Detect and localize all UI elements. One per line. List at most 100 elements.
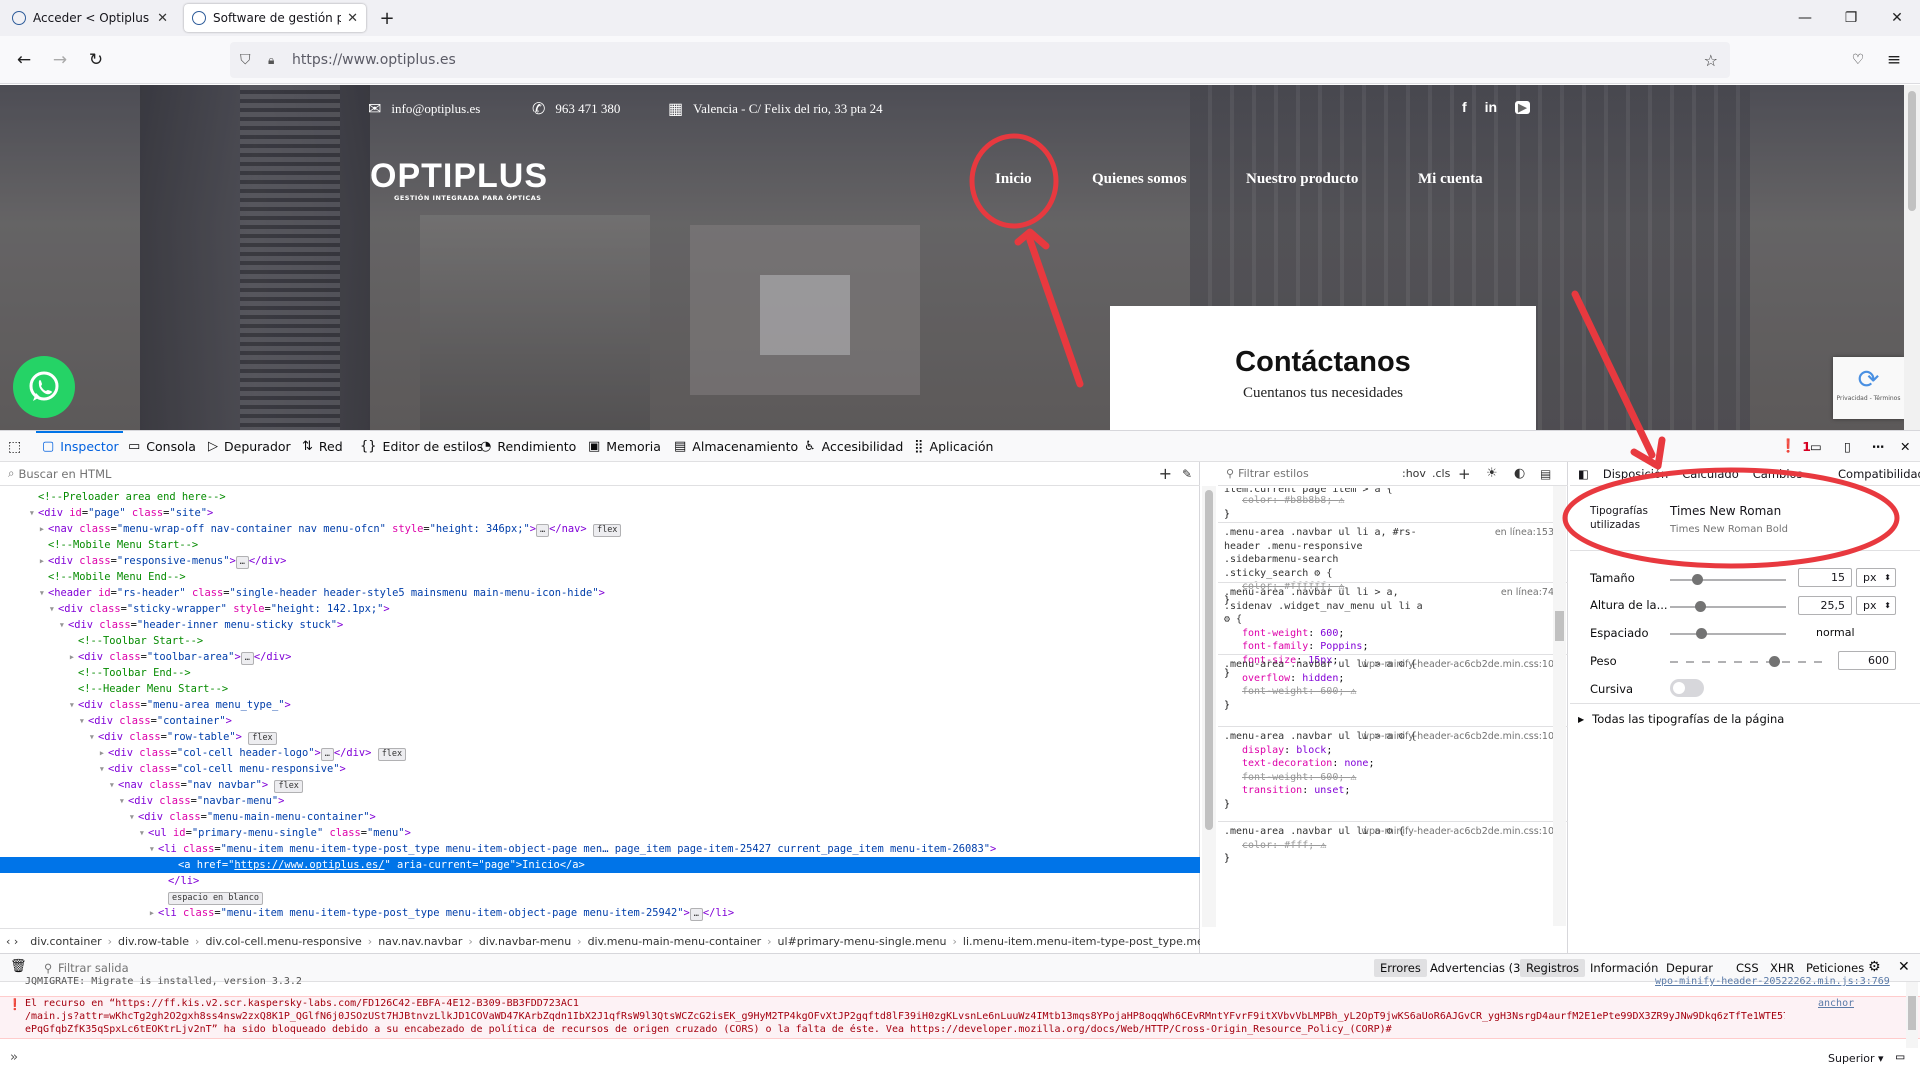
- console-scrollbar[interactable]: [1906, 982, 1918, 1048]
- weight-slider[interactable]: [1670, 656, 1830, 667]
- close-tab-icon[interactable]: ✕: [157, 11, 168, 26]
- size-input[interactable]: 15: [1798, 568, 1852, 587]
- breadcrumb-item[interactable]: div.navbar-menu: [479, 935, 571, 948]
- recaptcha-badge[interactable]: ⟳ Privacidad - Términos: [1833, 357, 1904, 419]
- youtube-icon[interactable]: ▶: [1515, 100, 1530, 114]
- breadcrumb-item[interactable]: div.col-cell.menu-responsive: [205, 935, 361, 948]
- markup-tree[interactable]: <!--Preloader area end here--> ▾ <div id="…: [0, 489, 1200, 925]
- url-bar[interactable]: ⛉ 🔒︎ https://www.optiplus.es ☆: [230, 42, 1730, 78]
- markup-node[interactable]: ▾ <li class="menu-item menu-item-type-pos…: [0, 841, 1200, 857]
- toolbar-email[interactable]: ✉ info@optiplus.es: [368, 99, 480, 119]
- scrollbar-thumb[interactable]: [1908, 91, 1916, 211]
- toolbar-phone[interactable]: ✆ 963 471 380: [532, 99, 620, 119]
- slider-knob[interactable]: [1692, 574, 1703, 585]
- italic-toggle[interactable]: [1670, 679, 1704, 697]
- tab-layout[interactable]: Disposición: [1603, 467, 1668, 481]
- rules-scrollbar[interactable]: [1553, 486, 1566, 926]
- line-height-slider[interactable]: [1670, 601, 1786, 612]
- filter-info[interactable]: Información: [1584, 959, 1664, 977]
- markup-node[interactable]: ▾ <div class="menu-area menu_type_">: [0, 697, 1200, 713]
- trash-icon[interactable]: 🗑︎: [10, 959, 27, 974]
- dark-mode-icon[interactable]: ◐: [1514, 466, 1525, 481]
- markup-node[interactable]: <!--Mobile Menu End-->: [0, 569, 1200, 585]
- scrollbar-thumb[interactable]: [1908, 996, 1916, 1030]
- css-filter-input[interactable]: Filtrar estilos: [1238, 467, 1309, 480]
- filter-xhr[interactable]: XHR: [1764, 959, 1801, 977]
- console-source-link[interactable]: wpo-minify-header-20522262.min.js:3:769: [1655, 976, 1890, 987]
- lock-icon[interactable]: 🔒︎: [268, 53, 274, 68]
- page-scrollbar[interactable]: [1904, 85, 1920, 430]
- menu-item-quienes-somos[interactable]: Quienes somos: [1092, 171, 1187, 188]
- menu-item-inicio[interactable]: Inicio: [995, 171, 1032, 188]
- markup-node[interactable]: ▸ <div class="responsive-menus">… </div>: [0, 553, 1200, 569]
- tab-inspector[interactable]: ▢ Inspector: [36, 431, 123, 462]
- markup-node[interactable]: ▾ <div class="sticky-wrapper" style="heig…: [0, 601, 1200, 617]
- console-filter-input[interactable]: Filtrar salida: [58, 961, 129, 975]
- pocket-icon[interactable]: ♡: [1842, 44, 1874, 76]
- add-rule-icon[interactable]: +: [1458, 465, 1471, 483]
- settings-gear-icon[interactable]: ⚙: [1868, 959, 1881, 975]
- markup-node[interactable]: ▾ <nav class="nav navbar"> flex: [0, 777, 1200, 793]
- slider-knob[interactable]: [1696, 628, 1707, 639]
- breadcrumb-item[interactable]: li.menu-item.menu-item-type-post_type.me…: [963, 935, 1200, 948]
- new-tab-button[interactable]: +: [372, 0, 402, 36]
- phone-text[interactable]: 963 471 380: [555, 101, 620, 117]
- responsive-mode-icon[interactable]: ▭: [1810, 431, 1822, 462]
- line-height-unit-select[interactable]: px ⬍: [1856, 596, 1896, 615]
- class-toggle[interactable]: .cls: [1432, 467, 1450, 480]
- tab-debugger[interactable]: ▷ Depurador: [208, 431, 291, 462]
- all-fonts-expander[interactable]: ▶ Todas las tipografías de la página: [1578, 712, 1784, 726]
- markup-node[interactable]: <!--Toolbar Start-->: [0, 633, 1200, 649]
- back-button[interactable]: ←: [8, 44, 40, 76]
- tab-accessibility[interactable]: ♿︎ Accesibilidad: [804, 431, 903, 462]
- html-search-bar[interactable]: ⌕ Buscar en HTML + ✎: [0, 462, 1200, 486]
- breadcrumb-scroll-arrows[interactable]: ‹ ›: [6, 935, 18, 948]
- dock-icon[interactable]: ▯: [1844, 431, 1851, 462]
- light-mode-icon[interactable]: ☀: [1486, 466, 1498, 481]
- css-rule[interactable]: .menu-area .navbar ul li > a ⚙ {wpo-mini…: [1224, 730, 1554, 811]
- tab-optiplus[interactable]: Software de gestión para óptica ✕: [184, 4, 366, 32]
- close-console-icon[interactable]: ✕: [1898, 959, 1910, 975]
- markup-node[interactable]: ▾ <header id="rs-header" class="single-he…: [0, 585, 1200, 601]
- console-prompt[interactable]: »: [10, 1050, 18, 1065]
- scrollbar-thumb[interactable]: [1555, 611, 1564, 641]
- eyedropper-icon[interactable]: ✎: [1182, 467, 1192, 481]
- markup-node[interactable]: ▾ <div class="header-inner menu-sticky st…: [0, 617, 1200, 633]
- editor-position-select[interactable]: Superior ▾: [1828, 1052, 1884, 1065]
- whatsapp-button[interactable]: [13, 356, 75, 418]
- size-slider[interactable]: [1670, 574, 1786, 585]
- email-text[interactable]: info@optiplus.es: [391, 101, 480, 117]
- markup-node[interactable]: <!--Preloader area end here-->: [0, 489, 1200, 505]
- markup-node[interactable]: ▾ <div class="row-table"> flex: [0, 729, 1200, 745]
- tab-computed[interactable]: Calculado: [1682, 467, 1738, 481]
- error-source-link[interactable]: anchor: [1818, 998, 1854, 1009]
- filter-errors[interactable]: Errores: [1374, 959, 1427, 977]
- slider-knob[interactable]: [1695, 601, 1706, 612]
- tab-network[interactable]: ⇅ Red: [302, 431, 343, 462]
- markup-node[interactable]: ▾ <div class="navbar-menu">: [0, 793, 1200, 809]
- reload-button[interactable]: ↻: [80, 44, 112, 76]
- editor-mode-icon[interactable]: ▭: [1896, 1049, 1904, 1065]
- minimize-button[interactable]: —: [1782, 0, 1828, 36]
- markup-node[interactable]: ▸ <nav class="menu-wrap-off nav-container…: [0, 521, 1200, 537]
- tab-storage[interactable]: ▤ Almacenamiento: [674, 431, 798, 462]
- tab-memory[interactable]: ▣ Memoria: [588, 431, 661, 462]
- size-unit-select[interactable]: px ⬍: [1856, 568, 1896, 587]
- markup-node[interactable]: ▸ <li class="menu-item menu-item-type-pos…: [0, 905, 1200, 921]
- linkedin-icon[interactable]: in: [1485, 99, 1497, 115]
- error-count-badge[interactable]: ❗ 1: [1780, 431, 1811, 462]
- shield-icon[interactable]: ⛉: [240, 52, 251, 68]
- markup-scrollbar[interactable]: [1202, 486, 1216, 927]
- url-text[interactable]: https://www.optiplus.es: [292, 52, 456, 68]
- markup-node[interactable]: ▾ <div class="container">: [0, 713, 1200, 729]
- close-window-button[interactable]: ✕: [1874, 0, 1920, 36]
- restore-button[interactable]: ❐: [1828, 0, 1874, 36]
- markup-node[interactable]: ▾ <ul id="primary-menu-single" class="men…: [0, 825, 1200, 841]
- element-picker-icon[interactable]: ⬚: [8, 431, 21, 462]
- line-height-input[interactable]: 25,5: [1798, 596, 1852, 615]
- close-devtools-icon[interactable]: ✕: [1900, 431, 1910, 462]
- close-tab-icon[interactable]: ✕: [347, 11, 358, 26]
- sidebar-toggle-icon[interactable]: ◧: [1578, 467, 1589, 481]
- print-icon[interactable]: ▤: [1540, 467, 1551, 481]
- facebook-icon[interactable]: f: [1462, 99, 1467, 115]
